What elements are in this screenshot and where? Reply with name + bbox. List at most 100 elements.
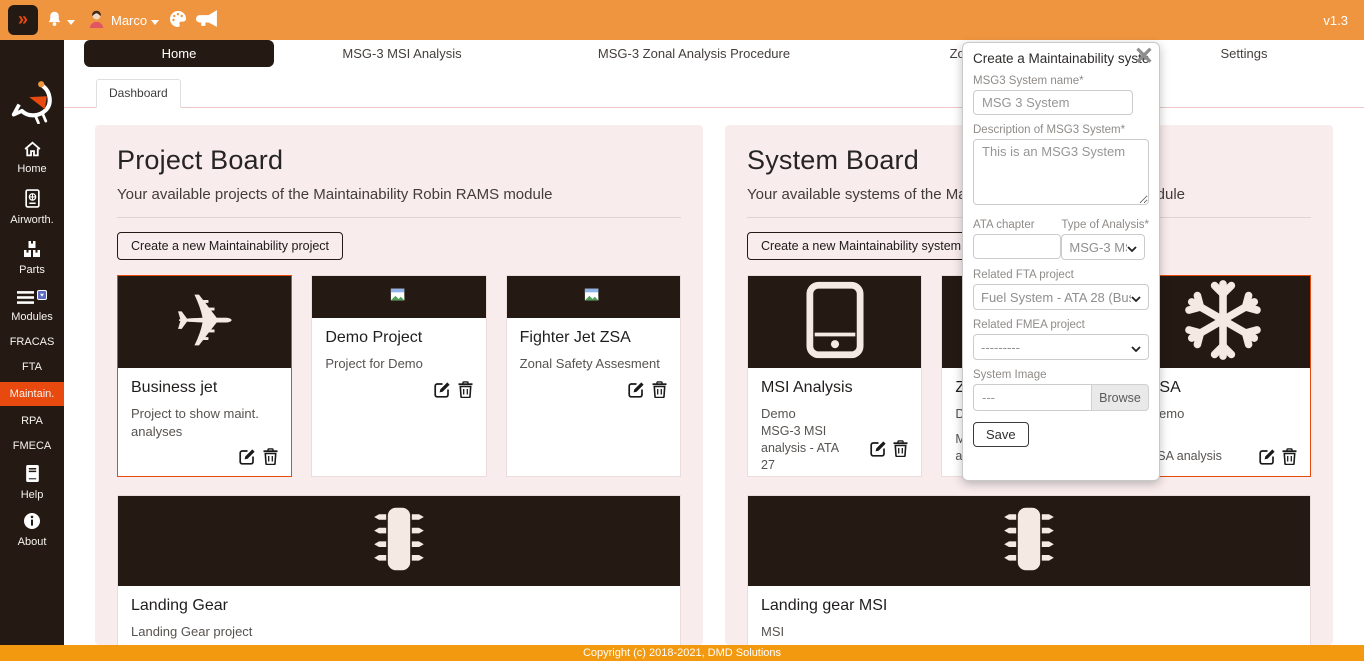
- ata-chapter-input[interactable]: [973, 234, 1061, 259]
- notifications-menu[interactable]: [46, 0, 75, 40]
- microchip-icon: [359, 503, 439, 580]
- system-description-label: Description of MSG3 System*: [973, 124, 1149, 136]
- system-image-input[interactable]: [973, 384, 1091, 411]
- trash-icon[interactable]: [1282, 448, 1297, 465]
- card-description: Project for Demo: [325, 355, 472, 373]
- info-icon: [23, 512, 41, 533]
- edit-icon[interactable]: [434, 381, 451, 398]
- analysis-type-label: Type of Analysis*: [1061, 219, 1149, 231]
- edit-icon[interactable]: [1259, 448, 1276, 465]
- theme-button[interactable]: [168, 0, 188, 40]
- trash-icon[interactable]: [458, 381, 473, 398]
- tab-dashboard[interactable]: Dashboard: [96, 79, 181, 108]
- edit-icon[interactable]: [628, 381, 645, 398]
- divider: [117, 217, 681, 218]
- sidebar-expand-icon[interactable]: »: [8, 5, 38, 35]
- system-card-landing-gear-msi[interactable]: Landing gear MSI MSI: [747, 495, 1311, 645]
- microchip-icon: [989, 503, 1069, 580]
- tablet-icon: [806, 281, 864, 364]
- avatar: [86, 8, 107, 32]
- related-fmea-select[interactable]: ---------: [973, 334, 1149, 360]
- megaphone-icon: [196, 10, 219, 30]
- snowflake-icon: [1181, 278, 1265, 367]
- chevron-down-icon: [151, 13, 159, 28]
- card-meta: ZSA analysis: [1150, 448, 1241, 465]
- sidebar-item-about[interactable]: About: [0, 512, 64, 548]
- save-button[interactable]: Save: [973, 422, 1029, 447]
- card-description: Demo: [761, 405, 908, 423]
- close-icon[interactable]: ✕: [1134, 43, 1154, 72]
- browse-button[interactable]: Browse: [1091, 384, 1149, 411]
- sidebar: Home Airworth. Parts Modules: [0, 40, 64, 645]
- book-icon: [25, 464, 40, 486]
- chevron-down-icon: [67, 13, 75, 28]
- create-system-modal: Create a Maintainability system ✕ MSG3 S…: [962, 42, 1160, 481]
- footer: Copyright (c) 2018-2021, DMD Solutions: [0, 645, 1364, 661]
- passport-icon: [25, 189, 40, 211]
- tab-msg3-msi-analysis[interactable]: MSG-3 MSI Analysis: [302, 40, 502, 67]
- main-content: Home MSG-3 MSI Analysis MSG-3 Zonal Anal…: [64, 40, 1364, 645]
- project-card-demo-project[interactable]: Demo Project Project for Demo: [311, 275, 486, 477]
- chevron-down-icon: [1131, 340, 1141, 355]
- card-title: Demo Project: [325, 329, 472, 347]
- project-board-title: Project Board: [117, 145, 681, 176]
- card-title: ZSA: [1150, 379, 1297, 397]
- card-title: Landing gear MSI: [761, 597, 1297, 615]
- tabs-divider: [64, 107, 1364, 108]
- project-card-business-jet[interactable]: ✈ Business jet Project to show maint. an…: [117, 275, 292, 477]
- analysis-type-select[interactable]: MSG-3 MSI: [1061, 234, 1145, 260]
- system-description-textarea[interactable]: This is an MSG3 System: [973, 139, 1149, 205]
- related-fmea-label: Related FMEA project: [973, 319, 1149, 331]
- project-board-panel: Project Board Your available projects of…: [95, 125, 703, 645]
- sidebar-item-home[interactable]: Home: [0, 140, 64, 175]
- palette-icon: [168, 9, 188, 32]
- card-description: MSI: [761, 623, 1297, 641]
- card-description: Project to show maint. analyses: [131, 405, 278, 441]
- card-meta: MSG-3 MSI analysis - ATA 27: [761, 423, 852, 474]
- system-name-input[interactable]: [973, 90, 1133, 115]
- sidebar-item-airworthiness[interactable]: Airworth.: [0, 189, 64, 226]
- robin-logo: [9, 74, 55, 124]
- project-card-fighter-jet-zsa[interactable]: Fighter Jet ZSA Zonal Safety Assesment: [506, 275, 681, 477]
- card-description: Demo: [1150, 405, 1297, 423]
- trash-icon[interactable]: [893, 440, 908, 457]
- trash-icon[interactable]: [263, 448, 278, 465]
- chevron-down-icon: [1131, 290, 1141, 305]
- create-project-button[interactable]: Create a new Maintainability project: [117, 232, 343, 260]
- edit-icon[interactable]: [870, 440, 887, 457]
- copyright-label: Copyright (c) 2018-2021, DMD Solutions: [583, 647, 781, 659]
- menu-icon: [17, 290, 34, 308]
- boxes-icon: [23, 240, 41, 261]
- trash-icon[interactable]: [652, 381, 667, 398]
- username-label: Marco: [111, 13, 147, 28]
- system-name-label: MSG3 System name*: [973, 75, 1149, 87]
- sidebar-item-fmeca[interactable]: FMECA: [0, 440, 64, 452]
- project-cards: ✈ Business jet Project to show maint. an…: [117, 275, 681, 645]
- chevron-down-icon: [1127, 240, 1137, 255]
- system-card-msi-analysis[interactable]: MSI Analysis Demo MSG-3 MSI analysis - A…: [747, 275, 922, 477]
- tab-settings[interactable]: Settings: [1194, 40, 1294, 67]
- sidebar-item-rpa[interactable]: RPA: [0, 415, 64, 427]
- home-icon: [23, 140, 42, 160]
- version-label: v1.3: [1323, 0, 1348, 40]
- system-image-label: System Image: [973, 369, 1149, 381]
- tab-home[interactable]: Home: [84, 40, 274, 67]
- sidebar-item-modules[interactable]: Modules: [0, 290, 64, 323]
- sidebar-item-help[interactable]: Help: [0, 464, 64, 501]
- announcements-button[interactable]: [196, 0, 219, 40]
- card-description: Landing Gear project: [131, 623, 667, 641]
- user-menu[interactable]: Marco: [86, 0, 159, 40]
- edit-icon[interactable]: [239, 448, 256, 465]
- system-card-zsa[interactable]: ZSA Demo ZSA analysis: [1136, 275, 1311, 477]
- related-fta-select[interactable]: Fuel System - ATA 28 (Business jet): [973, 284, 1149, 310]
- project-card-landing-gear[interactable]: Landing Gear Landing Gear project: [117, 495, 681, 645]
- sidebar-item-parts[interactable]: Parts: [0, 240, 64, 276]
- sidebar-item-maintain[interactable]: Maintain.: [0, 382, 64, 406]
- card-description: Zonal Safety Assesment: [520, 355, 667, 373]
- sidebar-item-fta[interactable]: FTA: [0, 361, 64, 373]
- tab-msg3-zonal-analysis-procedure[interactable]: MSG-3 Zonal Analysis Procedure: [564, 40, 824, 67]
- create-system-button[interactable]: Create a new Maintainability system: [747, 232, 975, 260]
- sidebar-item-fracas[interactable]: FRACAS: [0, 336, 64, 348]
- module-selector-icon: [37, 290, 47, 303]
- broken-image-icon: [390, 286, 408, 309]
